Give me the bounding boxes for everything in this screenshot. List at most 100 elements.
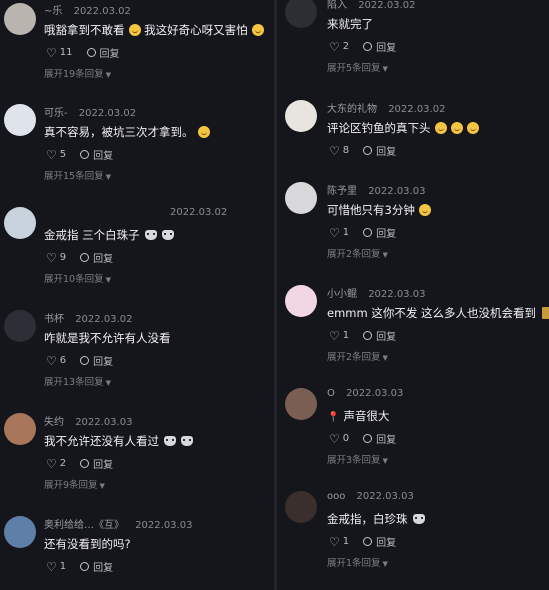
like-button[interactable]: ♡ 1 — [46, 561, 66, 573]
reply-button[interactable]: 回复 — [363, 328, 396, 343]
expand-replies-link[interactable]: 展开9条回复 ▼ — [44, 477, 105, 491]
expand-replies-link[interactable]: 展开3条回复 ▼ — [327, 452, 388, 466]
reply-label: 回复 — [376, 435, 397, 446]
expand-replies-link[interactable]: 展开1条回复 ▼ — [327, 555, 388, 569]
comment-date: 2022.03.02 — [358, 0, 416, 11]
heart-icon: ♡ — [46, 250, 57, 265]
avatar[interactable] — [4, 516, 36, 548]
heart-icon: ♡ — [329, 39, 340, 54]
expand-replies-link[interactable]: 展开5条回复 ▼ — [327, 60, 388, 74]
like-button[interactable]: ♡ 11 — [46, 47, 73, 59]
reply-button[interactable]: 回复 — [86, 45, 120, 60]
commenter-name[interactable]: 奥利给给…《互》 — [44, 520, 124, 531]
commenter-name[interactable]: 大东的礼物 — [327, 104, 377, 115]
avatar[interactable] — [4, 413, 36, 445]
reply-button[interactable]: 回复 — [80, 250, 113, 265]
like-count: 11 — [59, 47, 73, 58]
comment-text-part: 真不容易，被坑三次才拿到。 — [44, 125, 194, 139]
avatar[interactable] — [4, 207, 36, 239]
commenter-name[interactable]: 陈予里 — [327, 186, 357, 197]
chevron-down-icon: ▼ — [105, 71, 111, 79]
like-count: 1 — [342, 330, 350, 341]
like-button[interactable]: ♡ 2 — [329, 41, 349, 53]
like-count: 6 — [59, 355, 67, 366]
like-button[interactable]: ♡ 0 — [329, 433, 349, 445]
reply-label: 回复 — [93, 151, 114, 162]
heart-icon: ♡ — [329, 143, 340, 158]
commenter-name[interactable]: O — [327, 388, 335, 399]
comment-text: 哦豁拿到不敢看 我这好奇心呀又害怕 — [44, 22, 264, 38]
cat-emoji-icon — [181, 436, 193, 446]
like-count: 8 — [342, 145, 350, 156]
avatar[interactable] — [4, 3, 36, 35]
comment-text-part: 金戒指，白珍珠 — [327, 512, 408, 526]
comment-text-part: 咋就是我不允许有人没看 — [44, 331, 171, 345]
reply-button[interactable]: 回复 — [80, 353, 113, 368]
expand-replies-text: 展开3条回复 — [327, 455, 381, 466]
heart-icon: ♡ — [46, 559, 57, 574]
heart-icon: ♡ — [46, 147, 57, 162]
comment-text: 可惜他只有3分钟 — [327, 202, 431, 218]
commenter-name[interactable]: ooo — [327, 491, 345, 502]
avatar[interactable] — [4, 310, 36, 342]
expand-replies-link[interactable]: 展开15条回复 ▼ — [44, 168, 111, 182]
like-button[interactable]: ♡ 8 — [329, 145, 349, 157]
comment-bubble-icon — [86, 48, 96, 57]
avatar[interactable] — [4, 104, 36, 136]
expand-replies-link[interactable]: 展开2条回复 ▼ — [327, 246, 388, 260]
commenter-name[interactable]: 书杯 — [44, 314, 64, 325]
like-button[interactable]: ♡ 1 — [329, 330, 349, 342]
like-button[interactable]: ♡ 1 — [329, 227, 349, 239]
cat-emoji-icon — [144, 230, 157, 240]
comment-meta: 书杯 2022.03.02 — [44, 310, 132, 325]
comment-actions: ♡ 0 回复 — [329, 431, 396, 447]
avatar[interactable] — [285, 285, 317, 317]
commenter-name[interactable]: 陷入 — [327, 0, 347, 11]
like-button[interactable]: ♡ 6 — [46, 355, 66, 367]
comment-meta: O 2022.03.03 — [327, 388, 403, 399]
location-pin-icon: 📍 — [327, 412, 340, 423]
comment-bubble-icon — [363, 228, 373, 237]
reply-button[interactable]: 回复 — [80, 147, 113, 162]
comment-bubble-icon — [363, 146, 373, 155]
comment-actions: ♡ 1 回复 — [329, 328, 396, 344]
expand-replies-link[interactable]: 展开19条回复 ▼ — [44, 66, 111, 80]
avatar[interactable] — [285, 491, 317, 523]
commenter-name[interactable]: ~乐 — [44, 6, 62, 17]
comment-meta: 小小鲲 2022.03.03 — [327, 285, 425, 300]
like-button[interactable]: ♡ 1 — [329, 536, 349, 548]
comment-bubble-icon — [363, 331, 373, 340]
like-button[interactable]: ♡ 5 — [46, 149, 66, 161]
reply-label: 回复 — [376, 538, 397, 549]
like-button[interactable]: ♡ 2 — [46, 458, 66, 470]
comment-bubble-icon — [80, 459, 90, 468]
avatar[interactable] — [285, 182, 317, 214]
reply-button[interactable]: 回复 — [363, 534, 396, 549]
reply-button[interactable]: 回复 — [363, 143, 396, 158]
reply-button[interactable]: 回复 — [80, 559, 113, 574]
commenter-name[interactable]: 失约 — [44, 417, 64, 428]
expand-replies-link[interactable]: 展开2条回复 ▼ — [327, 349, 388, 363]
heart-icon: ♡ — [329, 225, 340, 240]
reply-button[interactable]: 回复 — [80, 456, 113, 471]
like-button[interactable]: ♡ 9 — [46, 252, 66, 264]
reply-button[interactable]: 回复 — [363, 225, 396, 240]
expand-replies-link[interactable]: 展开13条回复 ▼ — [44, 374, 111, 388]
comment-actions: ♡ 2 回复 — [46, 456, 113, 472]
comment-meta: 陈予里 2022.03.03 — [327, 182, 425, 197]
commenter-name[interactable]: 小小鲲 — [327, 289, 357, 300]
smile-emoji-icon — [450, 122, 463, 134]
comment-text-part: 金戒指 三个白珠子 — [44, 228, 140, 242]
commenter-name[interactable]: 可乐- — [44, 108, 68, 119]
avatar[interactable] — [285, 0, 317, 28]
expand-replies-link[interactable]: 展开10条回复 ▼ — [44, 271, 111, 285]
reply-button[interactable]: 回复 — [363, 431, 396, 446]
reply-button[interactable]: 回复 — [363, 39, 396, 54]
avatar[interactable] — [285, 100, 317, 132]
reply-label: 回复 — [93, 563, 114, 574]
chevron-down-icon: ▼ — [99, 482, 105, 490]
expand-replies-text: 展开1条回复 — [327, 558, 381, 569]
comment-actions: ♡ 2 回复 — [329, 39, 396, 55]
avatar[interactable] — [285, 388, 317, 420]
comment-text: 来就完了 — [327, 16, 373, 32]
